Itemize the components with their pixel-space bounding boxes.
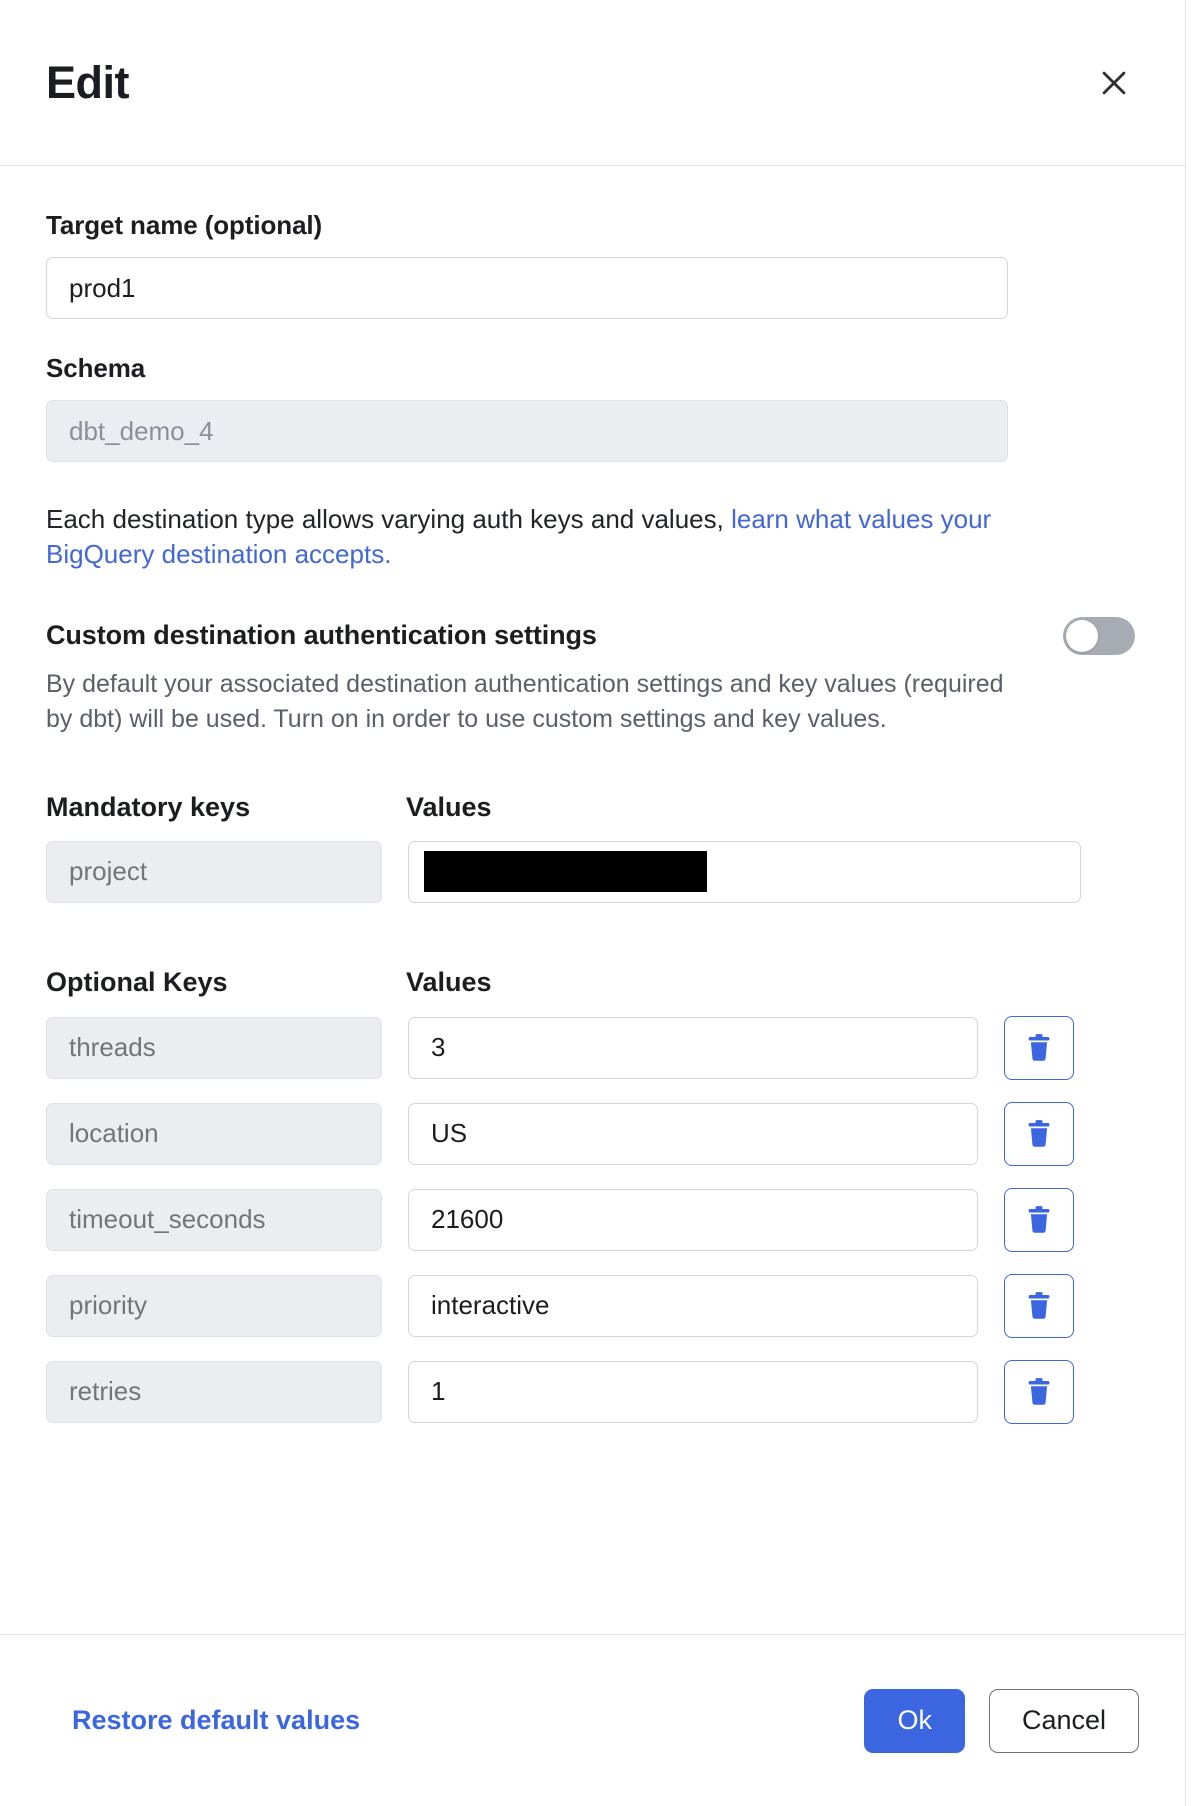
mandatory-value-wrapper xyxy=(408,840,1081,903)
toggle-knob xyxy=(1066,619,1098,652)
trash-icon[interactable] xyxy=(1004,1101,1074,1166)
optional-key-timeout-seconds xyxy=(46,1188,382,1251)
trash-icon[interactable] xyxy=(1004,1273,1074,1338)
trash-icon[interactable] xyxy=(1004,1187,1074,1252)
mandatory-keys-header-row: Mandatory keys Values xyxy=(46,792,1139,823)
custom-auth-toggle-row: Custom destination authentication settin… xyxy=(46,616,1139,655)
table-row xyxy=(46,840,1139,903)
optional-value-threads[interactable] xyxy=(408,1016,978,1079)
target-name-label: Target name (optional) xyxy=(46,210,323,240)
schema-label: Schema xyxy=(46,353,146,383)
optional-keys-header: Optional Keys xyxy=(46,966,228,997)
table-row xyxy=(46,1359,1139,1424)
optional-key-priority xyxy=(46,1274,382,1337)
trash-icon[interactable] xyxy=(1004,1015,1074,1080)
ok-button[interactable]: Ok xyxy=(864,1688,965,1753)
mandatory-values-header: Values xyxy=(406,791,492,822)
table-row xyxy=(46,1015,1139,1080)
dialog-footer: Restore default values Ok Cancel xyxy=(0,1634,1185,1806)
optional-key-threads xyxy=(46,1016,382,1079)
optional-value-timeout-seconds[interactable] xyxy=(408,1188,978,1251)
footer-actions: Ok Cancel xyxy=(864,1688,1139,1753)
target-name-field-group: Target name (optional) xyxy=(46,210,1139,319)
trash-icon[interactable] xyxy=(1004,1359,1074,1424)
optional-keys-section: Optional Keys Values xyxy=(46,967,1139,1424)
optional-key-retries xyxy=(46,1360,382,1423)
optional-value-retries[interactable] xyxy=(408,1360,978,1423)
custom-auth-title: Custom destination authentication settin… xyxy=(46,620,597,651)
mandatory-key-project xyxy=(46,840,382,903)
schema-field-group: Schema xyxy=(46,353,1139,462)
dialog-body: Target name (optional) Schema Each desti… xyxy=(0,166,1185,1634)
custom-auth-description: By default your associated destination a… xyxy=(46,669,1004,734)
optional-value-priority[interactable] xyxy=(408,1274,978,1337)
mandatory-keys-header: Mandatory keys xyxy=(46,791,251,822)
edit-destination-dialog: Edit Target name (optional) Schema Each … xyxy=(0,0,1186,1806)
restore-default-values-link[interactable]: Restore default values xyxy=(72,1705,360,1736)
dialog-header: Edit xyxy=(0,0,1185,166)
help-text-static: Each destination type allows varying aut… xyxy=(46,504,732,534)
optional-keys-header-row: Optional Keys Values xyxy=(46,967,1139,998)
cancel-button[interactable]: Cancel xyxy=(988,1688,1139,1753)
page-title: Edit xyxy=(46,57,130,108)
table-row xyxy=(46,1187,1139,1252)
custom-auth-toggle[interactable] xyxy=(1063,616,1135,655)
optional-value-location[interactable] xyxy=(408,1102,978,1165)
optional-key-location xyxy=(46,1102,382,1165)
optional-values-header: Values xyxy=(406,966,492,997)
close-icon[interactable] xyxy=(1087,56,1141,110)
mandatory-keys-section: Mandatory keys Values xyxy=(46,792,1139,903)
destination-help-text: Each destination type allows varying aut… xyxy=(46,502,1006,573)
mandatory-value-project[interactable] xyxy=(408,840,1081,903)
table-row xyxy=(46,1273,1139,1338)
target-name-input[interactable] xyxy=(46,257,1008,319)
table-row xyxy=(46,1101,1139,1166)
schema-input xyxy=(46,400,1008,462)
